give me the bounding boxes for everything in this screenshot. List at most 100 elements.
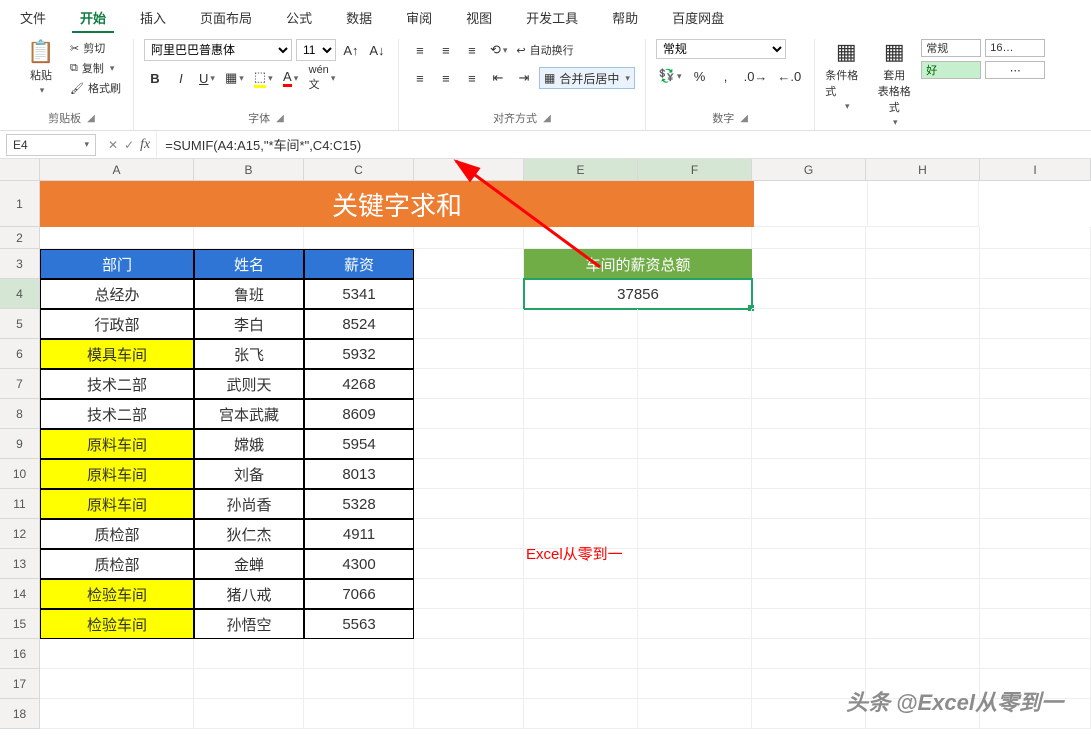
cell-H[interactable] (866, 429, 980, 459)
cell-I[interactable] (980, 429, 1091, 459)
indent-dec-icon[interactable]: ⇤ (487, 67, 509, 89)
formula-input[interactable]: =SUMIF(A4:A15,"*车间*",C4:C15) (156, 131, 1091, 158)
cell-D[interactable] (414, 549, 524, 579)
cell-G[interactable] (752, 609, 866, 639)
increase-font-icon[interactable]: A↑ (340, 39, 362, 61)
cell-C[interactable] (304, 699, 414, 729)
row-head-6[interactable]: 6 (0, 339, 40, 369)
border-button[interactable]: ▦▾ (222, 67, 247, 89)
cell-F[interactable] (638, 609, 752, 639)
cell-G[interactable] (752, 519, 866, 549)
spreadsheet-grid[interactable]: ABCDEFGHI 1关键字求和23部门姓名薪资车间的薪资总额4总经办鲁班534… (0, 159, 1091, 729)
wrap-text-button[interactable]: ↩自动换行 (514, 39, 575, 61)
cell-A[interactable]: 技术二部 (40, 399, 194, 429)
row-head-8[interactable]: 8 (0, 399, 40, 429)
cell-H[interactable] (866, 549, 980, 579)
cell-C[interactable] (304, 227, 414, 249)
cell-F[interactable] (638, 309, 752, 339)
menu-页面布局[interactable]: 页面布局 (192, 4, 260, 33)
cell-F[interactable] (638, 399, 752, 429)
cell-E[interactable] (524, 339, 638, 369)
cell-C[interactable]: 4268 (304, 369, 414, 399)
cell-H[interactable] (866, 227, 980, 249)
cell-C[interactable]: 4911 (304, 519, 414, 549)
cell-A[interactable]: 检验车间 (40, 579, 194, 609)
cell-D[interactable] (414, 489, 524, 519)
cell-A[interactable]: 部门 (40, 249, 194, 279)
col-head-E[interactable]: E (524, 159, 638, 181)
cut-button[interactable]: ✂剪切 (68, 39, 123, 57)
cell-F[interactable] (638, 579, 752, 609)
cell-G[interactable] (752, 279, 866, 309)
cell-D[interactable] (414, 429, 524, 459)
cell-H[interactable] (866, 339, 980, 369)
cell-D[interactable] (414, 309, 524, 339)
menu-视图[interactable]: 视图 (458, 4, 500, 33)
cell-E[interactable] (524, 579, 638, 609)
cell-E[interactable] (524, 227, 638, 249)
cell-C[interactable]: 7066 (304, 579, 414, 609)
cell-H[interactable] (866, 609, 980, 639)
font-size-select[interactable]: 11 (296, 39, 336, 61)
row-head-18[interactable]: 18 (0, 699, 40, 729)
cell-B[interactable] (194, 639, 304, 669)
col-head-B[interactable]: B (194, 159, 304, 181)
dialog-launcher-icon[interactable]: ◢ (87, 113, 95, 124)
cell-D[interactable] (414, 459, 524, 489)
cell-A[interactable] (40, 227, 194, 249)
dialog-launcher-icon[interactable]: ◢ (543, 113, 551, 124)
cell-B[interactable]: 武则天 (194, 369, 304, 399)
cell-F[interactable] (638, 339, 752, 369)
cell-E[interactable] (524, 609, 638, 639)
cell-I[interactable] (980, 339, 1091, 369)
cell-F[interactable] (638, 227, 752, 249)
orientation-icon[interactable]: ⟲▾ (487, 39, 510, 61)
cell-I[interactable] (980, 639, 1091, 669)
menu-数据[interactable]: 数据 (338, 4, 380, 33)
enter-formula-icon[interactable]: ✓ (124, 138, 134, 152)
bold-button[interactable]: B (144, 67, 166, 89)
cell-B[interactable]: 嫦娥 (194, 429, 304, 459)
cell-H[interactable] (866, 489, 980, 519)
cell-F[interactable] (638, 369, 752, 399)
cell-E[interactable] (524, 669, 638, 699)
col-head-C[interactable]: C (304, 159, 414, 181)
row-head-2[interactable]: 2 (0, 227, 40, 249)
decrease-font-icon[interactable]: A↓ (366, 39, 388, 61)
menu-文件[interactable]: 文件 (12, 4, 54, 33)
style-good[interactable]: 好 (921, 61, 981, 79)
merge-center-button[interactable]: ▦合并后居中▾ (539, 67, 635, 89)
cell-A[interactable]: 总经办 (40, 279, 194, 309)
cell-I[interactable] (980, 249, 1091, 279)
col-head-G[interactable]: G (752, 159, 866, 181)
cell-B[interactable]: 猪八戒 (194, 579, 304, 609)
align-center-icon[interactable]: ≡ (435, 67, 457, 89)
cell-D[interactable] (414, 609, 524, 639)
cell-D[interactable] (414, 669, 524, 699)
cell-A[interactable]: 检验车间 (40, 609, 194, 639)
row-head-9[interactable]: 9 (0, 429, 40, 459)
cell-H[interactable] (866, 579, 980, 609)
dialog-launcher-icon[interactable]: ◢ (740, 113, 748, 124)
cell-H[interactable] (866, 369, 980, 399)
indent-inc-icon[interactable]: ⇥ (513, 67, 535, 89)
dialog-launcher-icon[interactable]: ◢ (276, 113, 284, 124)
cell-G[interactable] (752, 249, 866, 279)
increase-decimal-icon[interactable]: .0→ (741, 65, 771, 87)
menu-百度网盘[interactable]: 百度网盘 (664, 4, 732, 33)
cell-I[interactable] (980, 279, 1091, 309)
cell-E[interactable] (524, 489, 638, 519)
cell-A[interactable]: 原料车间 (40, 489, 194, 519)
comma-icon[interactable]: , (715, 65, 737, 87)
col-head-H[interactable]: H (866, 159, 980, 181)
row-head-13[interactable]: 13 (0, 549, 40, 579)
align-right-icon[interactable]: ≡ (461, 67, 483, 89)
conditional-format-button[interactable]: ▦条件格式▾ (825, 39, 867, 112)
cell-D[interactable] (414, 227, 524, 249)
style-more[interactable]: ⋯ (985, 61, 1045, 79)
cell-A[interactable] (40, 699, 194, 729)
cell-A[interactable]: 质检部 (40, 549, 194, 579)
align-middle-icon[interactable]: ≡ (435, 39, 457, 61)
select-all-corner[interactable] (0, 159, 40, 181)
cell-C[interactable]: 5932 (304, 339, 414, 369)
